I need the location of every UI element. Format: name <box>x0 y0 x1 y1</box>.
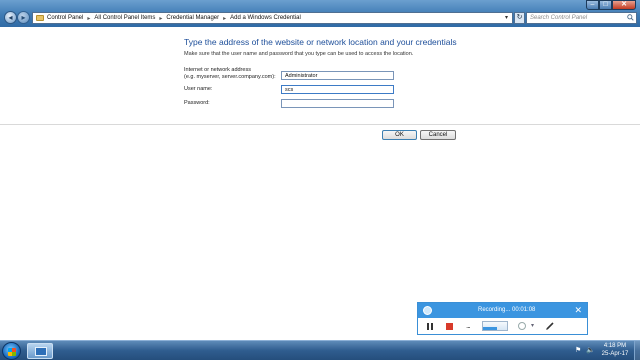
minimize-button[interactable]: – <box>586 0 599 10</box>
control-panel-icon <box>35 347 47 356</box>
control-panel-icon <box>36 15 44 21</box>
pen-annotate-icon[interactable] <box>545 321 555 331</box>
speaker-icon[interactable]: 🔈 <box>586 346 595 354</box>
footer-divider <box>0 124 640 125</box>
password-label: Password: <box>184 100 210 106</box>
search-icon[interactable] <box>627 14 634 21</box>
action-center-flag-icon[interactable]: ⚑ <box>575 346 581 354</box>
recorder-close-icon[interactable]: ✕ <box>574 305 582 315</box>
search-placeholder: Search Control Panel <box>530 15 588 21</box>
window-title-bar: – □ ✕ ◂ ▸ Control Panel ▸ All Control Pa… <box>0 0 640 27</box>
breadcrumb-add-credential[interactable]: Add a Windows Credential <box>230 15 301 21</box>
recorder-panel: Recording... 00:01:08 ✕ ... ▾ <box>417 302 588 335</box>
address-bar[interactable]: Control Panel ▸ All Control Panel Items … <box>32 12 513 24</box>
clock-date: 25-Apr-17 <box>601 351 629 357</box>
username-field[interactable] <box>281 85 394 94</box>
audio-level-meter[interactable] <box>482 321 508 331</box>
clock-time: 4:18 PM <box>603 343 627 349</box>
webcam-dropdown-icon[interactable]: ▾ <box>531 322 534 329</box>
breadcrumb-separator[interactable]: ▸ <box>159 15 162 22</box>
breadcrumb-credential-manager[interactable]: Credential Manager <box>166 15 219 21</box>
page-title: Type the address of the website or netwo… <box>184 37 457 47</box>
ok-button[interactable]: OK <box>382 130 417 140</box>
taskbar <box>0 340 640 360</box>
windows-logo-icon <box>8 348 16 356</box>
webcam-icon[interactable] <box>518 322 526 330</box>
audio-level-fill <box>483 327 498 330</box>
password-field[interactable] <box>281 99 394 108</box>
forward-arrow-icon[interactable]: ▸ <box>17 11 30 24</box>
search-input[interactable]: Search Control Panel <box>526 12 637 24</box>
username-label: User name: <box>184 86 213 92</box>
refresh-icon[interactable]: ↻ <box>514 12 525 24</box>
recording-status: Recording... 00:01:08 <box>478 307 536 313</box>
breadcrumb-all-items[interactable]: All Control Panel Items <box>94 15 155 21</box>
address-label-line1: Internet or network address <box>184 67 251 73</box>
stop-icon[interactable] <box>446 323 453 330</box>
recorder-toolbar: ... ▾ <box>418 318 587 335</box>
instruction-text: Make sure that the user name and passwor… <box>184 51 414 57</box>
close-window-button[interactable]: ✕ <box>612 0 636 10</box>
network-address-field[interactable] <box>281 71 394 80</box>
recorder-logo-icon <box>423 306 432 315</box>
breadcrumb-control-panel[interactable]: Control Panel <box>47 15 83 21</box>
pause-icon[interactable] <box>427 323 433 330</box>
more-options-icon[interactable]: ... <box>466 322 471 330</box>
back-arrow-icon[interactable]: ◂ <box>4 11 17 24</box>
maximize-button[interactable]: □ <box>599 0 612 10</box>
cancel-button[interactable]: Cancel <box>420 130 456 140</box>
recorder-header[interactable]: Recording... 00:01:08 ✕ <box>418 303 587 318</box>
windows-start-icon[interactable] <box>2 342 21 360</box>
system-clock[interactable]: 4:18 PM 25-Apr-17 <box>599 342 631 358</box>
address-label-line2: (e.g. myserver, server.company.com): <box>184 74 276 80</box>
address-dropdown-icon[interactable]: ▾ <box>502 14 511 23</box>
show-desktop-button[interactable] <box>634 341 640 360</box>
breadcrumb-separator[interactable]: ▸ <box>87 15 90 22</box>
breadcrumb-separator[interactable]: ▸ <box>223 15 226 22</box>
taskbar-control-panel-button[interactable] <box>27 343 53 359</box>
